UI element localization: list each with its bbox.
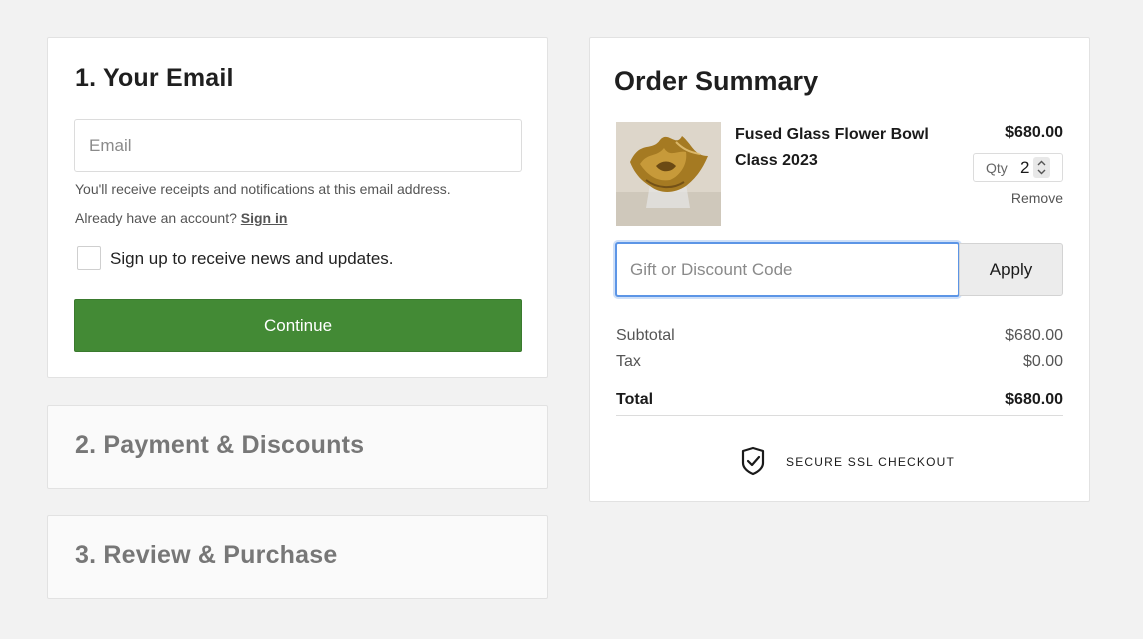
tax-row: Tax $0.00 bbox=[616, 353, 1063, 371]
shield-check-icon bbox=[740, 446, 766, 481]
discount-code-input[interactable] bbox=[615, 242, 960, 297]
email-input[interactable] bbox=[74, 119, 522, 172]
order-summary-title: Order Summary bbox=[614, 66, 819, 96]
product-price: $680.00 bbox=[1005, 124, 1063, 141]
total-label: Total bbox=[616, 391, 654, 408]
secure-checkout-badge: SECURE SSL CHECKOUT bbox=[590, 446, 1089, 476]
payment-step-panel: 2. Payment & Discounts bbox=[47, 405, 548, 489]
review-step-panel: 3. Review & Purchase bbox=[47, 515, 548, 599]
product-name: Fused Glass Flower Bowl Class 2023 bbox=[735, 126, 929, 169]
secure-checkout-label: SECURE SSL CHECKOUT bbox=[786, 455, 956, 469]
newsletter-checkbox[interactable] bbox=[77, 246, 101, 270]
payment-step-title: 2. Payment & Discounts bbox=[75, 431, 365, 459]
account-prompt: Already have an account? Sign in bbox=[75, 210, 287, 226]
total-row: Total $680.00 bbox=[616, 391, 1063, 409]
sign-in-link[interactable]: Sign in bbox=[241, 210, 288, 226]
email-step-panel: 1. Your Email You'll receive receipts an… bbox=[47, 37, 548, 378]
apply-discount-button[interactable]: Apply bbox=[959, 243, 1063, 296]
total-divider bbox=[616, 415, 1063, 416]
tax-value: $0.00 bbox=[1022, 353, 1063, 370]
account-prompt-text: Already have an account? bbox=[75, 210, 237, 226]
continue-button[interactable]: Continue bbox=[74, 299, 522, 352]
order-summary-panel: Order Summary Fused Glass Flower Bowl Cl… bbox=[589, 37, 1090, 502]
subtotal-label: Subtotal bbox=[616, 327, 675, 344]
newsletter-label[interactable]: Sign up to receive news and updates. bbox=[110, 249, 394, 269]
email-hint: You'll receive receipts and notification… bbox=[75, 181, 451, 197]
subtotal-value: $680.00 bbox=[1005, 327, 1063, 344]
qty-stepper-arrows-icon[interactable] bbox=[1033, 157, 1050, 178]
remove-item-link[interactable]: Remove bbox=[1011, 190, 1063, 206]
quantity-stepper[interactable]: Qty 2 bbox=[973, 153, 1063, 182]
tax-label: Tax bbox=[616, 353, 641, 370]
total-value: $680.00 bbox=[1005, 391, 1063, 408]
subtotal-row: Subtotal $680.00 bbox=[616, 327, 1063, 345]
review-step-title: 3. Review & Purchase bbox=[75, 541, 338, 569]
email-step-title: 1. Your Email bbox=[75, 64, 234, 92]
qty-label: Qty bbox=[986, 160, 1008, 176]
glass-flower-bowl-image bbox=[616, 122, 721, 226]
qty-value[interactable]: 2 bbox=[1020, 158, 1029, 178]
